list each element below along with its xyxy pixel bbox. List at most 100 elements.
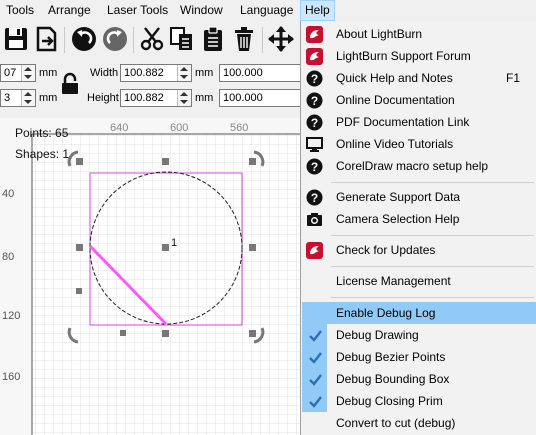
menu-arrange[interactable]: Arrange — [44, 0, 95, 21]
menu-separator — [331, 297, 534, 298]
help-circle-icon: ? — [306, 189, 323, 206]
help-circle-icon: ? — [306, 158, 323, 175]
height-unit-label: mm — [195, 92, 214, 104]
lock-icon[interactable] — [60, 72, 80, 96]
height-scale-input[interactable]: 100.000 — [219, 89, 300, 107]
lightburn-logo-icon — [306, 242, 323, 259]
height-label: Height — [87, 92, 119, 104]
menu-separator — [331, 182, 534, 183]
menu-separator — [331, 235, 534, 236]
menu-item-license-management[interactable]: License Management — [302, 270, 536, 292]
width-unit-label: mm — [195, 67, 214, 79]
left-ruler — [0, 134, 32, 435]
undo-icon[interactable] — [70, 25, 98, 53]
menu-item-check-updates[interactable]: Check for Updates — [302, 239, 536, 261]
y-position-input[interactable]: 3 — [0, 89, 36, 107]
menu-window[interactable]: Window — [176, 0, 227, 21]
center-handle[interactable] — [162, 244, 169, 251]
svg-text:?: ? — [311, 116, 318, 130]
checkmark-icon — [309, 330, 322, 342]
width-input[interactable]: 100.882 — [120, 64, 192, 82]
design-canvas[interactable]: 640 600 560 40 80 120 160 Points: 65 Sha… — [0, 118, 300, 435]
y-unit-label: mm — [39, 92, 58, 104]
x-spin-buttons[interactable] — [21, 65, 35, 81]
menu-item-quick-help[interactable]: ? Quick Help and Notes F1 — [302, 67, 536, 89]
ruler-top-label: 640 — [110, 122, 128, 134]
x-unit-label: mm — [39, 67, 58, 79]
width-spin-buttons[interactable] — [177, 65, 191, 81]
menu-language[interactable]: Language — [236, 0, 297, 21]
resize-handle[interactable] — [76, 244, 83, 251]
resize-handle[interactable] — [249, 244, 256, 251]
menu-item-camera-help[interactable]: Camera Selection Help — [302, 208, 536, 230]
resize-handle[interactable] — [162, 330, 169, 337]
resize-handle[interactable] — [162, 158, 169, 165]
width-scale-input[interactable]: 100.000 — [219, 64, 300, 82]
copy-icon[interactable] — [168, 25, 196, 53]
menu-item-debug-bounding-box[interactable]: Debug Bounding Box — [302, 368, 536, 390]
skew-handle[interactable] — [76, 288, 82, 294]
monitor-icon — [306, 137, 323, 152]
menu-separator — [331, 266, 534, 267]
lightburn-logo-icon — [306, 26, 323, 43]
move-icon[interactable] — [267, 25, 295, 53]
menu-item-about-lightburn[interactable]: About LightBurn — [302, 23, 536, 45]
menu-laser-tools[interactable]: Laser Tools — [103, 0, 172, 21]
height-input[interactable]: 100.882 — [120, 89, 192, 107]
x-position-input[interactable]: 07 — [0, 64, 36, 82]
ruler-left-label: 80 — [2, 251, 14, 263]
properties-bar: 07 mm 3 mm Width 100.882 mm 100.000 Heig… — [0, 60, 300, 116]
save-icon[interactable] — [2, 25, 30, 53]
export-icon[interactable] — [32, 25, 60, 53]
main-toolbar — [0, 22, 300, 58]
help-circle-icon: ? — [306, 114, 323, 131]
resize-handle[interactable] — [249, 158, 256, 165]
checkmark-icon — [309, 374, 322, 386]
ruler-left-label: 40 — [2, 188, 14, 200]
height-spin-buttons[interactable] — [177, 90, 191, 106]
resize-handle[interactable] — [249, 330, 256, 337]
svg-text:?: ? — [311, 72, 318, 86]
ruler-left-label: 120 — [2, 310, 20, 322]
menu-item-online-docs[interactable]: ? Online Documentation — [302, 89, 536, 111]
canvas-grid — [32, 134, 300, 435]
points-count: Points: 65 — [15, 126, 69, 140]
shapes-count: Shapes: 1 — [15, 147, 69, 161]
lightburn-logo-icon — [306, 48, 323, 65]
menu-item-support-forum[interactable]: LightBurn Support Forum — [302, 45, 536, 67]
menu-item-video-tutorials[interactable]: Online Video Tutorials — [302, 133, 536, 155]
ruler-left-label: 160 — [2, 371, 20, 383]
svg-text:?: ? — [311, 191, 318, 205]
menu-item-convert-to-cut[interactable]: Convert to cut (debug) — [302, 412, 536, 434]
checkmark-icon — [309, 396, 322, 408]
menu-tools[interactable]: Tools — [2, 0, 38, 21]
y-spin-buttons[interactable] — [21, 90, 35, 106]
redo-icon[interactable] — [101, 25, 129, 53]
menu-item-enable-debug-log[interactable]: Enable Debug Log — [302, 302, 536, 324]
camera-icon — [307, 213, 322, 226]
menu-item-coreldraw-help[interactable]: ? CorelDraw macro setup help — [302, 155, 536, 177]
menu-item-pdf-docs[interactable]: ? PDF Documentation Link — [302, 111, 536, 133]
ruler-top-label: 560 — [230, 122, 248, 134]
menu-item-debug-bezier[interactable]: Debug Bezier Points — [302, 346, 536, 368]
svg-text:?: ? — [311, 94, 318, 108]
shape-number-label: 1 — [171, 237, 177, 249]
paste-icon[interactable] — [199, 25, 227, 53]
delete-icon[interactable] — [230, 25, 258, 53]
menu-help[interactable]: Help — [300, 0, 335, 21]
width-label: Width — [90, 67, 119, 79]
menu-item-support-data[interactable]: ? Generate Support Data — [302, 186, 536, 208]
menu-bar: Tools Arrange Laser Tools Window Languag… — [0, 0, 536, 21]
help-menu-dropdown: About LightBurn LightBurn Support Forum … — [300, 21, 536, 435]
menu-item-debug-drawing[interactable]: Debug Drawing — [302, 324, 536, 346]
resize-handle[interactable] — [76, 158, 83, 165]
svg-text:?: ? — [311, 160, 318, 174]
ruler-top-label: 600 — [170, 122, 188, 134]
shortcut-label: F1 — [506, 71, 521, 85]
menu-item-debug-closing-prim[interactable]: Debug Closing Prim — [302, 390, 536, 412]
checkmark-icon — [309, 352, 322, 364]
skew-handle[interactable] — [120, 330, 126, 336]
help-circle-icon: ? — [306, 70, 323, 87]
help-circle-icon: ? — [306, 92, 323, 109]
cut-icon[interactable] — [138, 25, 166, 53]
